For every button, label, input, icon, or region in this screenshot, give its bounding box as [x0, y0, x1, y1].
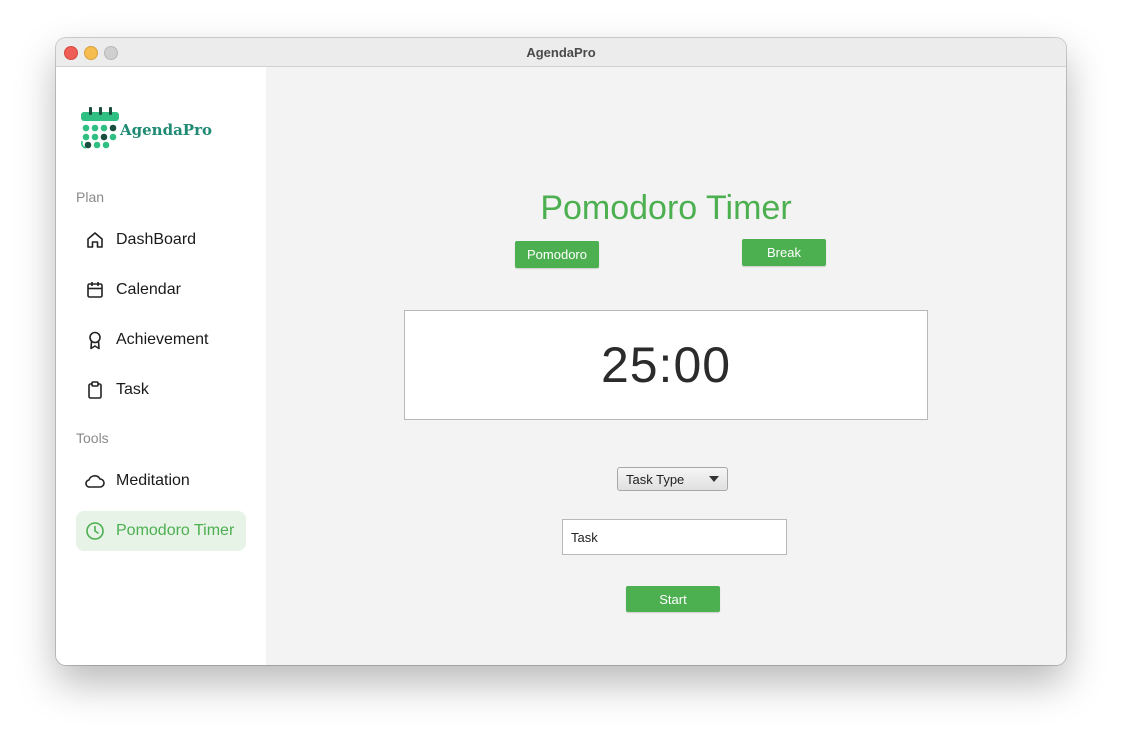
sidebar-item-label: Task: [116, 381, 149, 398]
sidebar-item-label: DashBoard: [116, 231, 197, 248]
sidebar-item-calendar[interactable]: Calendar: [76, 270, 246, 310]
sidebar-item-label: Calendar: [116, 281, 181, 298]
task-input[interactable]: [562, 519, 787, 555]
task-type-selected: Task Type: [626, 471, 685, 487]
sidebar-item-label: Achievement: [116, 331, 209, 348]
break-mode-button[interactable]: Break: [742, 239, 826, 266]
window-title: AgendaPro: [526, 45, 596, 60]
timer-display: 25:00: [404, 310, 928, 420]
sidebar-item-dashboard[interactable]: DashBoard: [76, 220, 246, 260]
pomodoro-mode-button[interactable]: Pomodoro: [515, 241, 599, 268]
sidebar: AgendaPro Plan DashBoard Calendar Achiev…: [56, 67, 266, 665]
section-label-plan: Plan: [76, 189, 105, 205]
app-window: AgendaPro AgendaPro Plan DashBoard Calen…: [56, 38, 1066, 665]
section-label-tools: Tools: [76, 430, 109, 446]
app-logo[interactable]: AgendaPro: [80, 107, 220, 149]
sidebar-item-label: Pomodoro Timer: [116, 522, 235, 539]
calendar-dots-logo-icon: [81, 107, 119, 149]
sidebar-item-task[interactable]: Task: [76, 370, 246, 410]
sidebar-item-meditation[interactable]: Meditation: [76, 461, 246, 501]
sidebar-item-pomodoro-timer[interactable]: Pomodoro Timer: [76, 511, 246, 551]
calendar-icon: [84, 279, 106, 301]
logo-text: AgendaPro: [120, 121, 212, 139]
task-type-dropdown[interactable]: Task Type: [617, 467, 728, 491]
main-content: Pomodoro Timer Pomodoro Break 25:00 Task…: [266, 67, 1066, 665]
clipboard-icon: [84, 379, 106, 401]
award-icon: [84, 329, 106, 351]
cloud-icon: [84, 470, 106, 492]
chevron-down-icon: [709, 476, 719, 482]
clock-icon: [84, 520, 106, 542]
sidebar-item-label: Meditation: [116, 472, 190, 489]
start-button[interactable]: Start: [626, 586, 720, 612]
title-bar: AgendaPro: [56, 38, 1066, 67]
timer-value: 25:00: [600, 337, 732, 393]
home-icon: [84, 229, 106, 251]
page-title: Pomodoro Timer: [540, 189, 792, 227]
sidebar-item-achievement[interactable]: Achievement: [76, 320, 246, 360]
